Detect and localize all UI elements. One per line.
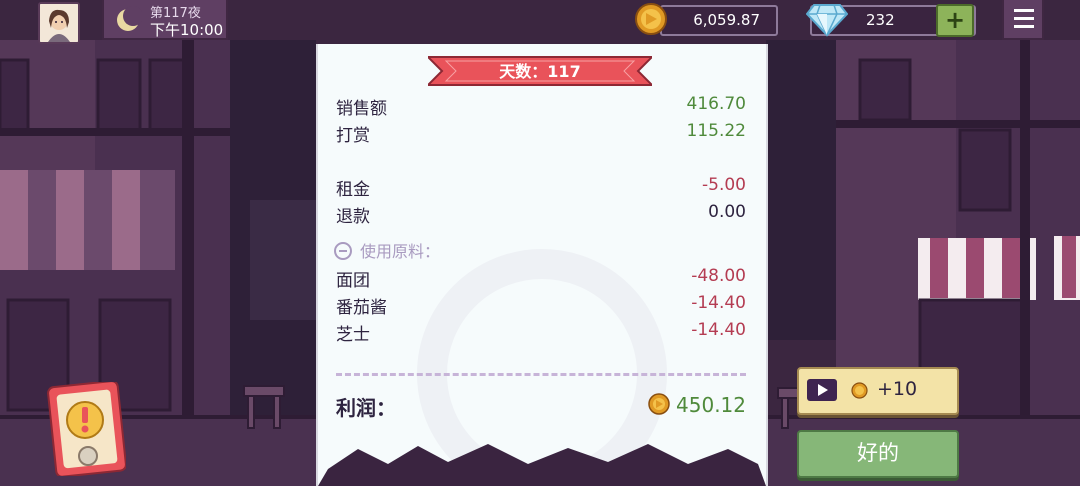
clock-time: 下午10:00 xyxy=(150,21,224,39)
ok-button[interactable]: 好的 xyxy=(797,430,959,478)
rent-label: 租金 xyxy=(336,180,370,200)
coin-icon xyxy=(635,3,667,35)
coin-icon xyxy=(851,382,868,399)
ad-reward-amount: +10 xyxy=(877,378,918,400)
materials-header: 使用原料： xyxy=(360,242,441,261)
sales-label: 销售额 xyxy=(336,99,387,119)
watch-ad-bonus-button[interactable]: +10 xyxy=(797,367,959,415)
day-time-panel: 第117夜 下午10:00 xyxy=(102,0,228,40)
refund-value: 0.00 xyxy=(708,202,746,222)
avatar-icon xyxy=(40,4,78,42)
plus-icon: + xyxy=(944,6,966,34)
tomato-sauce-label: 番茄酱 xyxy=(336,298,387,318)
coin-icon xyxy=(648,393,670,415)
profit-value: 450.12 xyxy=(676,393,746,417)
rent-value: -5.00 xyxy=(702,175,746,195)
alert-icon[interactable] xyxy=(46,382,126,476)
menu-button[interactable] xyxy=(1002,0,1044,40)
menu-icon xyxy=(1014,9,1034,12)
materials-toggle[interactable]: 使用原料： xyxy=(334,238,440,262)
profit-label: 利润： xyxy=(336,396,396,420)
sales-value: 416.70 xyxy=(686,94,746,114)
coin-balance: 6,059.87 xyxy=(660,5,778,36)
dough-label: 面团 xyxy=(336,271,370,291)
coin-amount: 6,059.87 xyxy=(693,11,760,29)
gem-amount: 232 xyxy=(866,11,895,29)
day-banner-text: 天数：117 xyxy=(499,62,581,81)
tomato-sauce-value: -14.40 xyxy=(691,293,746,313)
collapse-icon xyxy=(334,242,352,260)
diamond-icon xyxy=(806,4,848,37)
dough-value: -48.00 xyxy=(691,266,746,286)
cheese-value: -14.40 xyxy=(691,320,746,340)
moon-icon xyxy=(117,6,142,31)
receipt-divider xyxy=(336,373,746,376)
tips-label: 打赏 xyxy=(336,126,370,146)
player-avatar[interactable] xyxy=(38,2,80,44)
cheese-label: 芝士 xyxy=(336,325,370,345)
refund-label: 退款 xyxy=(336,207,370,227)
video-play-icon xyxy=(807,379,837,401)
add-gems-button[interactable]: + xyxy=(936,4,974,37)
tips-value: 115.22 xyxy=(686,121,746,141)
